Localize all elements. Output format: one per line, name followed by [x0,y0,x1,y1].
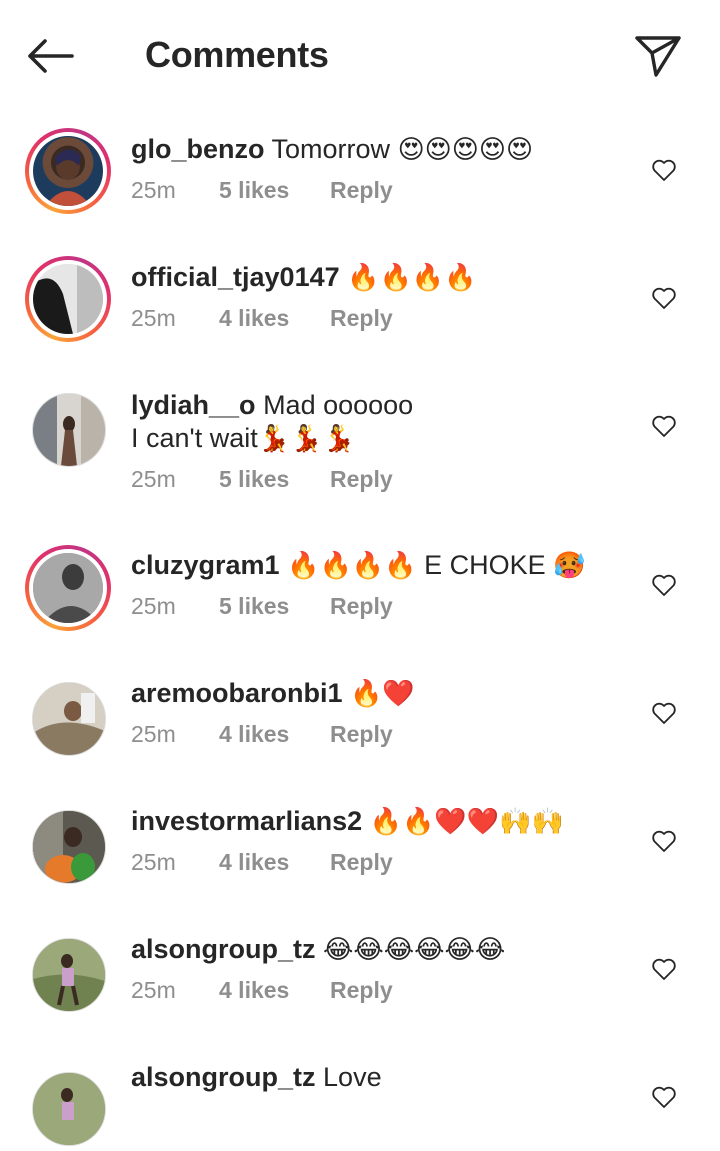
comment-likes[interactable]: 4 likes [219,305,330,332]
heart-outline-icon[interactable] [651,286,677,310]
comment-time: 25m [131,466,176,492]
comment-username[interactable]: alsongroup_tz [131,934,316,964]
comment-text-line2: I can't wait [131,423,258,453]
reply-button[interactable]: Reply [330,466,393,493]
comment-emoji: 😍😍😍😍😍 [397,135,534,165]
paper-plane-icon [635,36,681,77]
comment-time: 25m [131,593,176,619]
comment-username[interactable]: lydiah__o [131,390,256,420]
comment-time: 25m [131,977,176,1003]
reply-button[interactable]: Reply [330,305,393,332]
comment-text: Mad oooooo [263,390,414,420]
comment-likes[interactable]: 5 likes [219,177,330,204]
reply-button[interactable]: Reply [330,977,393,1004]
comment-likes[interactable]: 4 likes [219,721,330,748]
comment-emoji: 🔥🔥🔥🔥 [287,551,417,581]
share-button[interactable] [628,28,688,84]
comment-text: Love [323,1062,382,1092]
arrow-left-icon [28,39,74,73]
comment-text: E CHOKE [424,550,546,580]
reply-button[interactable]: Reply [330,849,393,876]
heart-outline-icon[interactable] [651,158,677,182]
comment-time: 25m [131,721,176,747]
avatar[interactable] [25,931,111,1017]
comment-text: Tomorrow [271,134,391,164]
comment-username[interactable]: official_tjay0147 [131,262,340,292]
reply-button[interactable]: Reply [330,721,393,748]
heart-outline-icon[interactable] [651,701,677,725]
avatar[interactable] [25,1065,111,1151]
heart-outline-icon[interactable] [651,573,677,597]
comment-emoji: 🔥❤️ [350,679,415,709]
heart-outline-icon[interactable] [651,829,677,853]
comment-username[interactable]: alsongroup_tz [131,1062,316,1092]
comment-time: 25m [131,305,176,331]
comment-time: 25m [131,177,176,203]
comment-emoji-after: 🥵 [553,551,586,581]
avatar[interactable] [25,128,111,214]
avatar[interactable] [25,675,111,761]
reply-button[interactable]: Reply [330,177,393,204]
comment-username[interactable]: glo_benzo [131,134,265,164]
reply-button[interactable]: Reply [330,593,393,620]
comment-emoji: 💃💃💃 [257,424,355,454]
heart-outline-icon[interactable] [651,957,677,981]
avatar[interactable] [25,256,111,342]
top-bar: Comments [0,0,720,112]
comment-emoji: 🔥🔥❤️❤️🙌🙌 [369,807,564,837]
comment-username[interactable]: aremoobaronbi1 [131,678,343,708]
avatar[interactable] [25,386,111,472]
comment-username[interactable]: investormarlians2 [131,806,362,836]
comment-username[interactable]: cluzygram1 [131,550,280,580]
comment-likes[interactable]: 4 likes [219,977,330,1004]
heart-outline-icon[interactable] [651,414,677,438]
comment-time: 25m [131,849,176,875]
avatar[interactable] [25,803,111,889]
comment-likes[interactable]: 4 likes [219,849,330,876]
comment-likes[interactable]: 5 likes [219,593,330,620]
page-title: Comments [145,34,329,75]
comment-likes[interactable]: 5 likes [219,466,330,493]
comment-emoji: 🔥🔥🔥🔥 [347,263,477,293]
back-button[interactable] [26,30,86,82]
avatar[interactable] [25,545,111,631]
heart-outline-icon[interactable] [651,1085,677,1109]
comment-emoji: 😂😂😂😂😂😂 [323,935,506,965]
